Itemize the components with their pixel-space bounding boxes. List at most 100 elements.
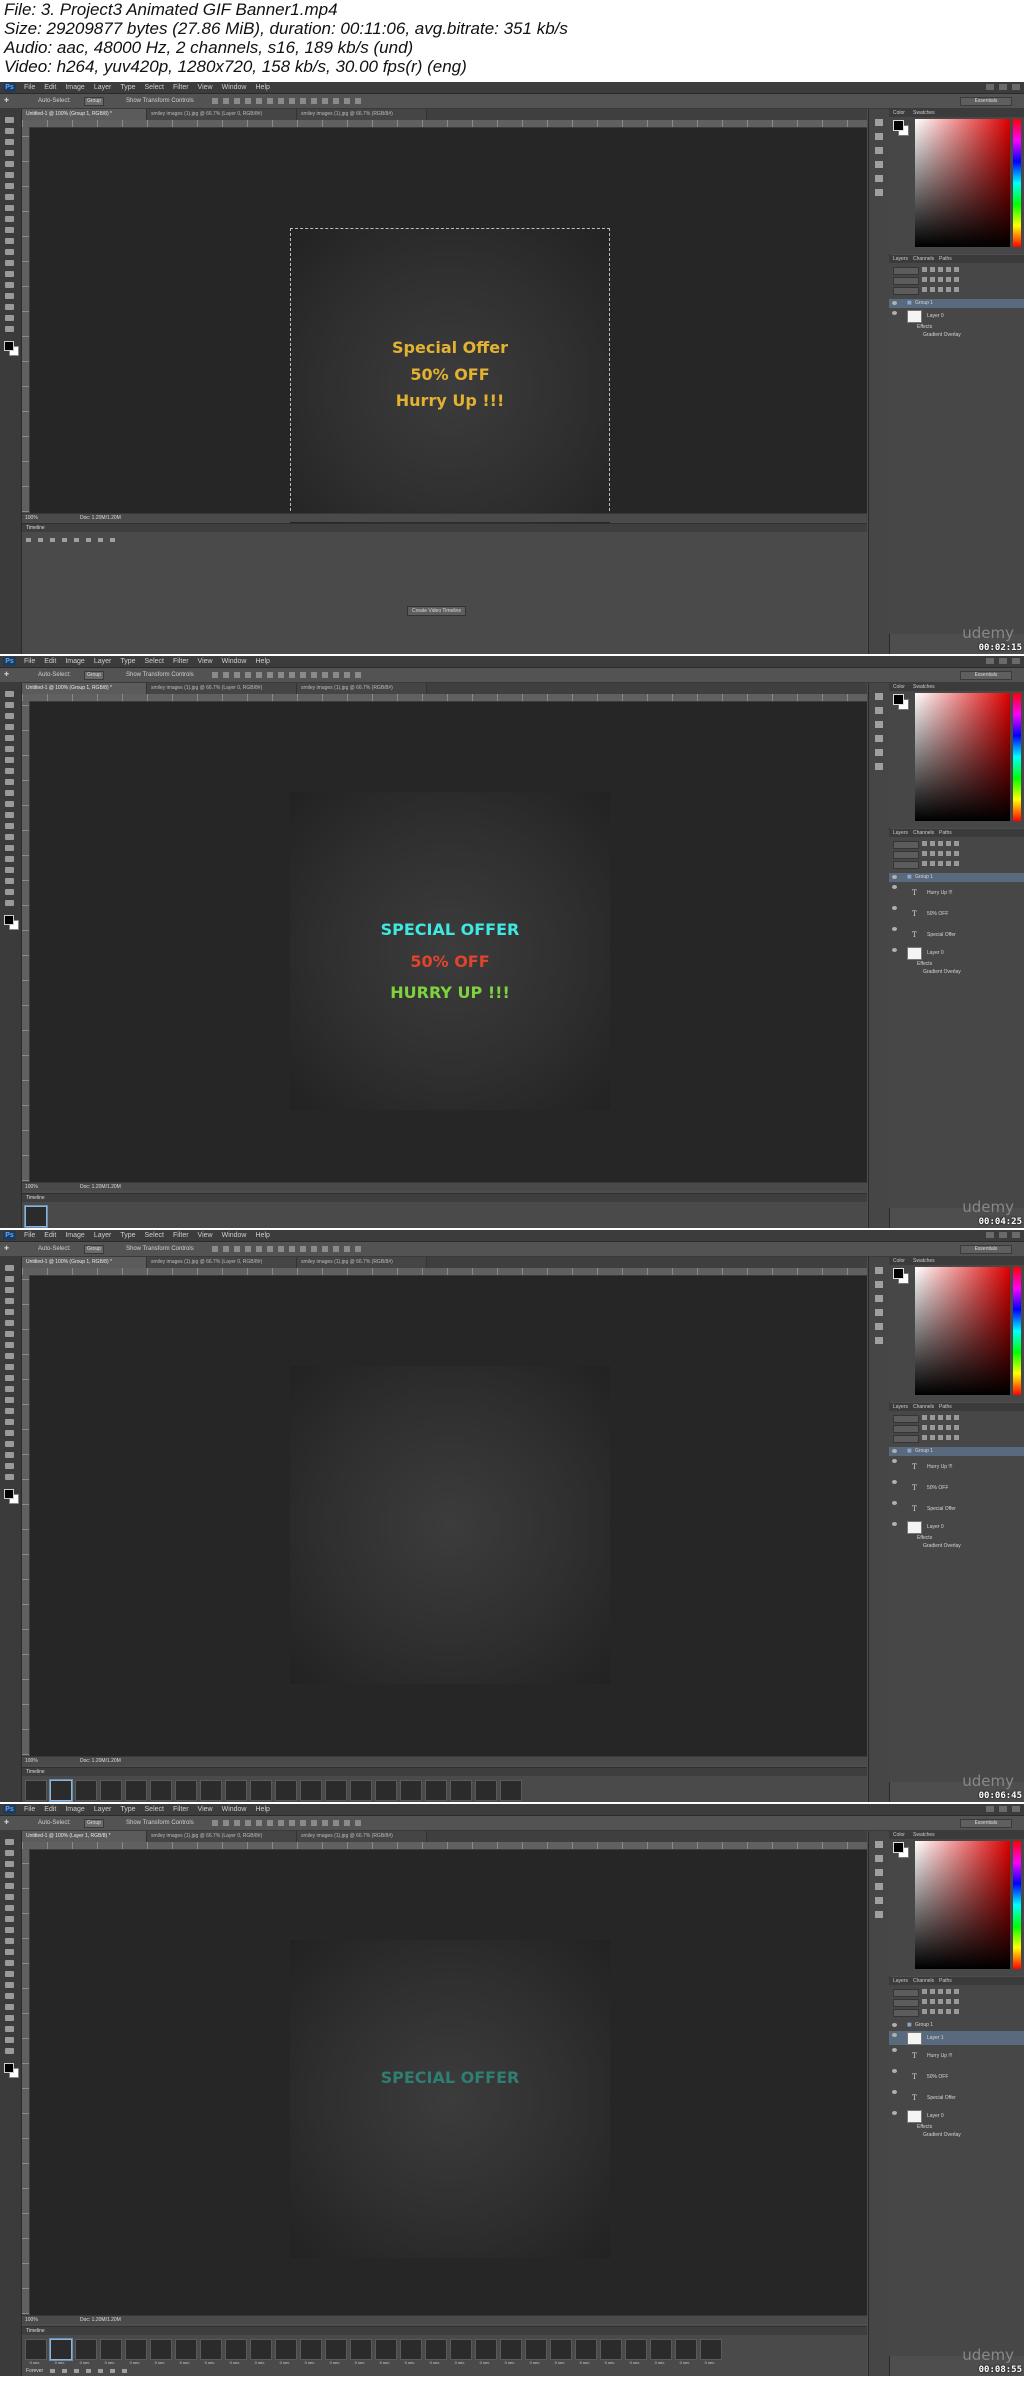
tab-channels[interactable]: Channels: [913, 1403, 934, 1411]
align-icon[interactable]: [256, 672, 262, 678]
move-tool-icon[interactable]: [5, 1839, 14, 1845]
history-brush-tool-icon[interactable]: [5, 216, 14, 222]
tab-paths[interactable]: Paths: [939, 829, 952, 837]
layer-row[interactable]: ■ Group 1: [889, 299, 1024, 308]
layer-option-icon[interactable]: [938, 851, 943, 856]
frame-delay[interactable]: 0 sec.: [374, 1801, 396, 1802]
lasso-tool-icon[interactable]: [5, 139, 14, 145]
eye-icon[interactable]: [892, 2111, 897, 2115]
menu-item[interactable]: Type: [120, 82, 135, 93]
actions-icon[interactable]: [875, 133, 883, 140]
layer-option-field[interactable]: [893, 1435, 919, 1443]
animation-frame[interactable]: 0 sec.: [474, 2338, 497, 2366]
maximize-icon[interactable]: [999, 84, 1007, 90]
hue-slider[interactable]: [1013, 693, 1021, 821]
menu-item[interactable]: Image: [65, 656, 84, 667]
minimize-icon[interactable]: [986, 84, 994, 90]
eye-icon[interactable]: [892, 1449, 897, 1453]
split-icon[interactable]: [98, 538, 103, 542]
tab-paths[interactable]: Paths: [939, 255, 952, 263]
animation-frame[interactable]: 0 sec.: [299, 1779, 322, 1802]
align-icon[interactable]: [322, 98, 328, 104]
align-icon[interactable]: [234, 672, 240, 678]
menu-item[interactable]: Window: [222, 656, 247, 667]
layer-option-icon[interactable]: [954, 1415, 959, 1420]
path-select-tool-icon[interactable]: [5, 867, 14, 873]
minimize-icon[interactable]: [986, 1232, 994, 1238]
foreground-color-swatch[interactable]: [893, 1842, 904, 1853]
workspace-dropdown[interactable]: Essentials: [960, 97, 1012, 106]
layer-option-icon[interactable]: [938, 1415, 943, 1420]
layer-row[interactable]: T Special Offer: [889, 2088, 1024, 2108]
menu-item[interactable]: Filter: [173, 82, 189, 93]
foreground-color-swatch[interactable]: [893, 1268, 904, 1279]
frame-delay[interactable]: 0 sec.: [524, 2360, 546, 2365]
animation-frame[interactable]: 0 sec.: [199, 2338, 222, 2366]
maximize-icon[interactable]: [999, 1232, 1007, 1238]
frame-delay[interactable]: 0 sec.: [349, 2360, 371, 2365]
hue-slider[interactable]: [1013, 1267, 1021, 1395]
layer-option-icon[interactable]: [922, 1425, 927, 1430]
align-icon[interactable]: [223, 1820, 229, 1826]
brush-tool-icon[interactable]: [5, 1916, 14, 1922]
layer-option-field[interactable]: [893, 2009, 919, 2017]
dodge-tool-icon[interactable]: [5, 260, 14, 266]
zoom-tool-icon[interactable]: [5, 900, 14, 906]
layer-option-icon[interactable]: [938, 1435, 943, 1440]
layer-row[interactable]: T 50% OFF: [889, 904, 1024, 924]
menu-item[interactable]: File: [24, 82, 35, 93]
document-canvas[interactable]: SPECIAL OFFER 50% OFF HURRY UP !!!: [290, 792, 610, 1110]
dodge-tool-icon[interactable]: [5, 1408, 14, 1414]
animation-frame[interactable]: 0 sec.: [324, 1779, 347, 1802]
shape-tool-icon[interactable]: [5, 878, 14, 884]
menu-item[interactable]: Select: [145, 1804, 164, 1815]
layer-row[interactable]: Effects: [889, 1535, 1024, 1542]
zoom-level[interactable]: 100%: [25, 2316, 38, 2324]
align-icon[interactable]: [300, 1820, 306, 1826]
align-icon[interactable]: [311, 1246, 317, 1252]
layer-option-icon[interactable]: [946, 1435, 951, 1440]
close-icon[interactable]: [1012, 1232, 1020, 1238]
menu-item[interactable]: Type: [120, 656, 135, 667]
layer-option-field[interactable]: [893, 267, 919, 275]
history-brush-tool-icon[interactable]: [5, 1364, 14, 1370]
layer-row[interactable]: T 50% OFF: [889, 1478, 1024, 1498]
align-icon[interactable]: [223, 98, 229, 104]
align-icon[interactable]: [267, 1820, 273, 1826]
dodge-tool-icon[interactable]: [5, 834, 14, 840]
menu-item[interactable]: Window: [222, 82, 247, 93]
play-icon[interactable]: [50, 538, 55, 542]
foreground-color-swatch[interactable]: [4, 2063, 14, 2073]
eyedropper-tool-icon[interactable]: [5, 172, 14, 178]
layer-option-icon[interactable]: [954, 1435, 959, 1440]
healing-tool-icon[interactable]: [5, 1905, 14, 1911]
animation-frame[interactable]: 0 sec.: [99, 2338, 122, 2366]
frame-delay[interactable]: 0 sec.: [499, 1801, 521, 1802]
layer-option-icon[interactable]: [954, 277, 959, 282]
document-tab[interactable]: smiley images (1).jpg @ 66.7% (Layer 0, …: [147, 1831, 297, 1842]
crop-tool-icon[interactable]: [5, 1309, 14, 1315]
animation-frame[interactable]: 0 sec.: [324, 2338, 347, 2366]
tab-swatches[interactable]: Swatches: [913, 1257, 935, 1265]
menu-item[interactable]: File: [24, 656, 35, 667]
quick-select-tool-icon[interactable]: [5, 724, 14, 730]
layer-row[interactable]: T 50% OFF: [889, 2067, 1024, 2087]
align-icon[interactable]: [289, 1246, 295, 1252]
layer-option-icon[interactable]: [954, 1989, 959, 1994]
menu-item[interactable]: View: [198, 656, 213, 667]
align-icon[interactable]: [311, 98, 317, 104]
eraser-tool-icon[interactable]: [5, 227, 14, 233]
animation-frame[interactable]: 0 sec.: [24, 1779, 47, 1802]
move-tool-icon[interactable]: [5, 117, 14, 123]
show-transform-checkbox[interactable]: Show Transform Controls: [126, 1816, 194, 1830]
align-icon[interactable]: [278, 1820, 284, 1826]
eye-icon[interactable]: [892, 1480, 897, 1484]
frame-delay[interactable]: 0 sec.: [349, 1801, 371, 1802]
menu-item[interactable]: Select: [145, 82, 164, 93]
align-icon[interactable]: [333, 98, 339, 104]
layer-option-icon[interactable]: [954, 2009, 959, 2014]
animation-frame[interactable]: 0 sec.: [574, 2338, 597, 2366]
eye-icon[interactable]: [892, 906, 897, 910]
align-icon[interactable]: [355, 672, 361, 678]
layer-option-field[interactable]: [893, 1999, 919, 2007]
